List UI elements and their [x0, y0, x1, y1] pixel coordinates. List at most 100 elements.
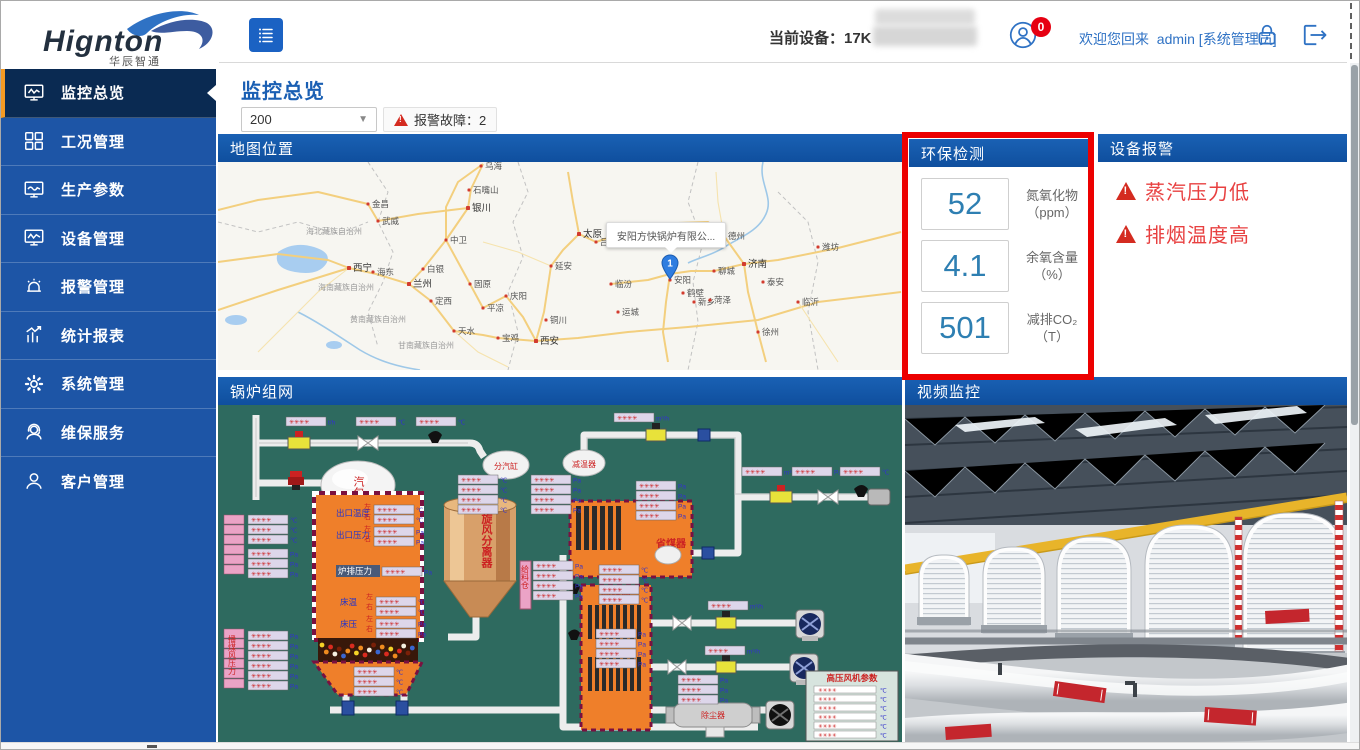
- svg-text:✳✳✳✳: ✳✳✳✳: [602, 577, 622, 584]
- svg-text:✳✳✳✳: ✳✳✳✳: [379, 631, 399, 638]
- svg-text:✳✳✳✳: ✳✳✳✳: [377, 529, 397, 536]
- sidebar-item-statistics-report[interactable]: 统计报表: [1, 312, 216, 361]
- logout-button[interactable]: [1299, 21, 1329, 49]
- svg-text:✳✳✳✳: ✳✳✳✳: [639, 483, 659, 490]
- svg-text:Pa: Pa: [678, 504, 686, 511]
- svg-text:✳✳✳✳: ✳✳✳✳: [385, 569, 405, 576]
- alarm-row: 排烟温度高: [1116, 219, 1347, 248]
- svg-text:Pa: Pa: [638, 652, 646, 659]
- svg-text:西安: 西安: [540, 335, 559, 347]
- page-title: 监控总览: [241, 75, 325, 104]
- svg-text:m³/h: m³/h: [656, 416, 669, 423]
- svg-text:Pa: Pa: [290, 572, 298, 579]
- map-marker-pin[interactable]: 1: [660, 254, 680, 280]
- video-feed[interactable]: [905, 405, 1347, 743]
- horizontal-scrollbar[interactable]: [1, 742, 1360, 749]
- svg-text:℃: ℃: [641, 577, 648, 585]
- sidebar-item-alarm-management[interactable]: 报警管理: [1, 263, 216, 312]
- alarm-fault-chip: 报警故障：2: [383, 107, 497, 132]
- sidebar-item-system-management[interactable]: 系统管理: [1, 360, 216, 409]
- svg-text:✳✳✳✳: ✳✳✳✳: [359, 419, 379, 426]
- user-icon: [23, 470, 45, 492]
- svg-text:℃: ℃: [641, 567, 648, 575]
- warning-triangle-icon: [394, 114, 408, 126]
- svg-text:✳✳✳✳: ✳✳✳✳: [602, 597, 622, 604]
- svg-text:✳✳✳✳: ✳✳✳✳: [379, 621, 399, 628]
- svg-text:Pa: Pa: [416, 540, 424, 547]
- menu-toggle-button[interactable]: [249, 18, 283, 52]
- sidebar-nav: 监控总览 工况管理 生产参数 设备管理 报警管理 统计报表 系统管理 维保服务: [1, 69, 216, 750]
- device-alarm-panel: 设备报警 蒸汽压力低 排烟温度高: [1098, 134, 1347, 370]
- svg-text:℃: ℃: [458, 419, 465, 427]
- svg-text:固原: 固原: [474, 279, 491, 289]
- sidebar-item-customer-management[interactable]: 客户管理: [1, 457, 216, 506]
- metric-label: 减排CO₂（T）: [1019, 311, 1085, 345]
- list-menu-icon: [256, 25, 276, 45]
- notification-count-badge: 0: [1031, 17, 1051, 37]
- sidebar-item-device-management[interactable]: 设备管理: [1, 215, 216, 264]
- map-panel-title: 地图位置: [218, 134, 902, 162]
- svg-text:Pa: Pa: [290, 644, 298, 651]
- svg-text:℃: ℃: [500, 507, 507, 515]
- svg-text:✳✳✳✳: ✳✳✳✳: [843, 469, 863, 476]
- svg-text:高压风机参数: 高压风机参数: [826, 673, 878, 683]
- svg-text:✳✳✳✳: ✳✳✳✳: [251, 537, 271, 544]
- headset-icon: [23, 421, 45, 443]
- video-monitor-panel: 视频监控: [905, 377, 1347, 743]
- device-select[interactable]: 200 ▼: [241, 107, 377, 132]
- sidebar-item-monitor-overview[interactable]: 监控总览: [1, 69, 216, 118]
- svg-text:Pa: Pa: [575, 574, 583, 581]
- svg-text:Pa: Pa: [678, 514, 686, 521]
- svg-text:武威: 武威: [382, 216, 400, 226]
- svg-text:✳✳✳✳: ✳✳✳✳: [379, 599, 399, 606]
- svg-text:Pa: Pa: [290, 552, 298, 559]
- monitor-icon: [23, 82, 45, 104]
- scrollbar-thumb[interactable]: [147, 745, 157, 748]
- svg-text:✳✳✳✳: ✳✳✳✳: [419, 419, 439, 426]
- svg-text:济南: 济南: [748, 258, 767, 270]
- boiler-network-panel: 锅炉组网: [218, 377, 902, 743]
- map-canvas[interactable]: 乌海石嘴山银川中卫金昌武威西宁海东白银兰州定西固原庆阳平凉天水宝鸡西安铜川延安太…: [218, 162, 902, 370]
- svg-text:Pa: Pa: [575, 594, 583, 601]
- svg-text:✳✳✳✳: ✳✳✳✳: [818, 705, 837, 712]
- svg-text:℃: ℃: [416, 517, 423, 525]
- svg-text:银川: 银川: [472, 202, 491, 214]
- svg-text:℃: ℃: [418, 609, 425, 617]
- svg-text:✳✳✳✳: ✳✳✳✳: [377, 517, 397, 524]
- chevron-down-icon: ▼: [358, 114, 368, 125]
- svg-text:℃: ℃: [396, 689, 403, 697]
- svg-text:Pa: Pa: [638, 632, 646, 639]
- svg-text:✳✳✳✳: ✳✳✳✳: [795, 469, 815, 476]
- svg-text:Pa: Pa: [678, 494, 686, 501]
- redacted-text-blur: [875, 9, 975, 25]
- svg-text:✳✳✳✳: ✳✳✳✳: [357, 689, 377, 696]
- svg-text:乌海: 乌海: [485, 162, 503, 171]
- svg-text:Pa: Pa: [290, 654, 298, 661]
- sidebar-item-label: 统计报表: [61, 325, 125, 346]
- svg-text:德州: 德州: [728, 231, 745, 241]
- sidebar-item-working-condition[interactable]: 工况管理: [1, 118, 216, 167]
- svg-text:✳✳✳✳: ✳✳✳✳: [681, 697, 701, 704]
- svg-text:℃: ℃: [880, 706, 887, 713]
- svg-text:✳✳✳✳: ✳✳✳✳: [357, 679, 377, 686]
- metric-oxygen: 4.1 余氧含量（%）: [921, 240, 1085, 292]
- sidebar-item-maintenance-service[interactable]: 维保服务: [1, 409, 216, 458]
- boiler-panel-title: 锅炉组网: [218, 377, 902, 405]
- boiler-scada-diagram[interactable]: 汽包 分汽缸 减温器: [218, 405, 902, 743]
- vertical-scrollbar[interactable]: [1350, 63, 1359, 744]
- device-alarm-title: 设备报警: [1098, 134, 1347, 162]
- sidebar-item-production-params[interactable]: 生产参数: [1, 166, 216, 215]
- svg-text:✳✳✳✳: ✳✳✳✳: [357, 669, 377, 676]
- svg-text:m³/h: m³/h: [750, 604, 763, 611]
- svg-text:Pa: Pa: [290, 562, 298, 569]
- svg-text:1: 1: [667, 259, 673, 270]
- lock-screen-button[interactable]: [1254, 21, 1280, 49]
- scrollbar-thumb[interactable]: [1351, 65, 1358, 425]
- svg-text:℃: ℃: [641, 597, 648, 605]
- svg-text:℃: ℃: [398, 419, 405, 427]
- svg-text:Pa: Pa: [638, 662, 646, 669]
- svg-text:Pa: Pa: [418, 622, 426, 629]
- map-tooltip[interactable]: 安阳方快锅炉有限公...: [606, 222, 726, 248]
- svg-text:℃: ℃: [641, 587, 648, 595]
- svg-text:℃: ℃: [500, 487, 507, 495]
